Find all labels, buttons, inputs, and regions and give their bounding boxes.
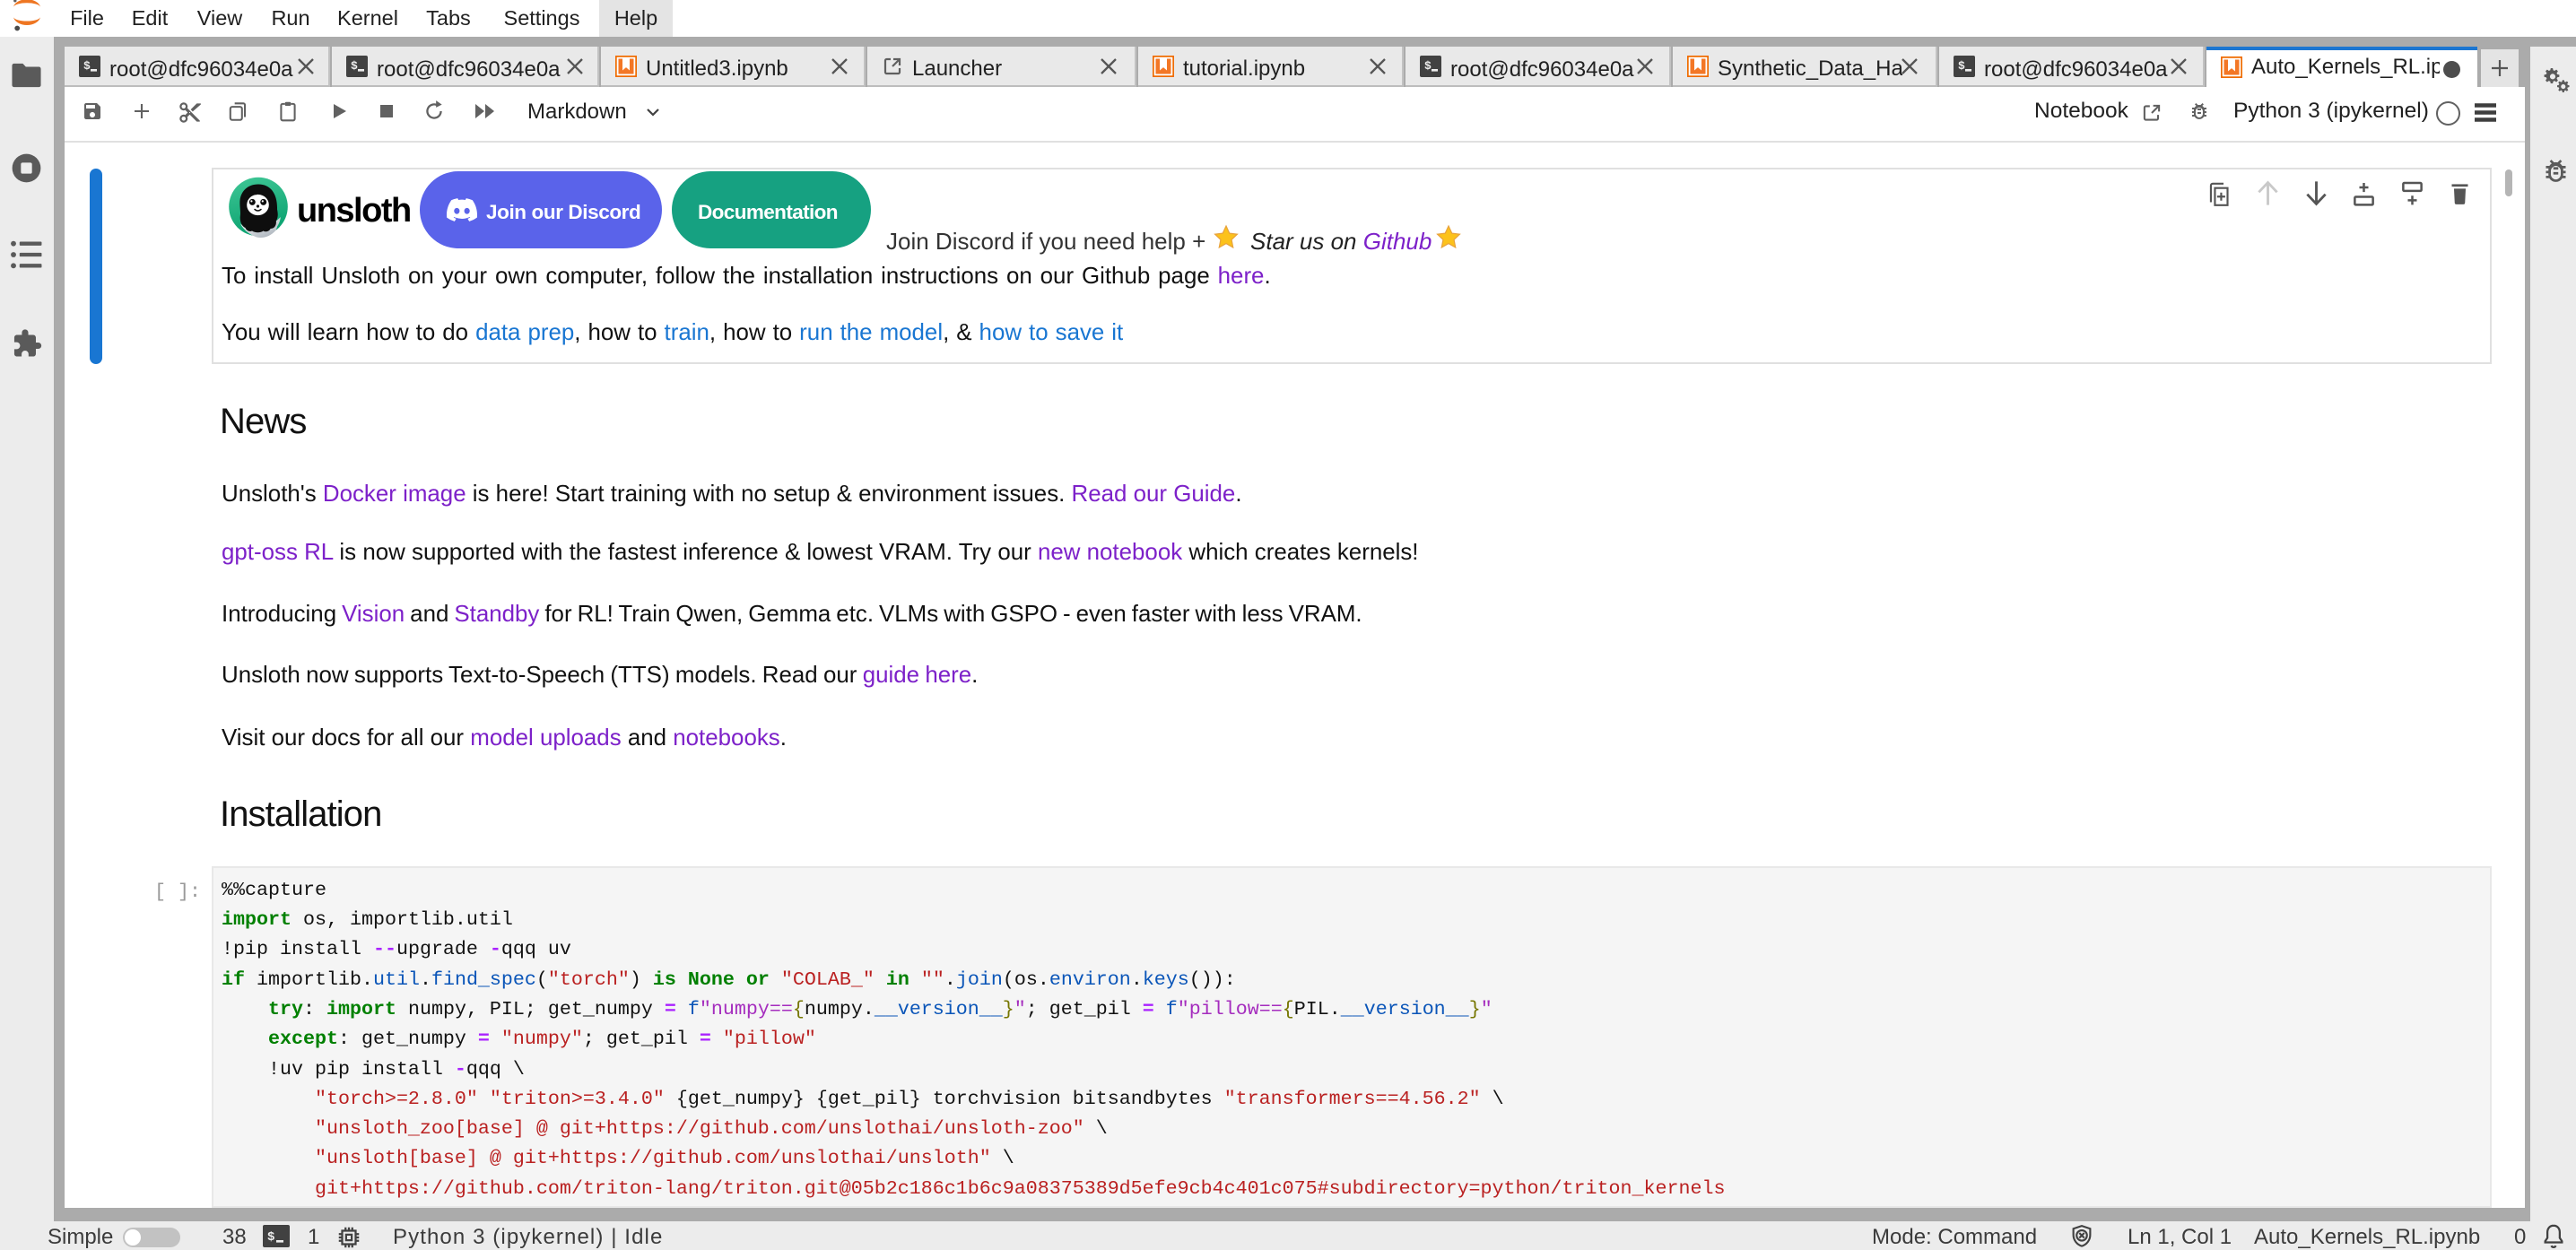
svg-text:$: $ xyxy=(267,1230,274,1245)
